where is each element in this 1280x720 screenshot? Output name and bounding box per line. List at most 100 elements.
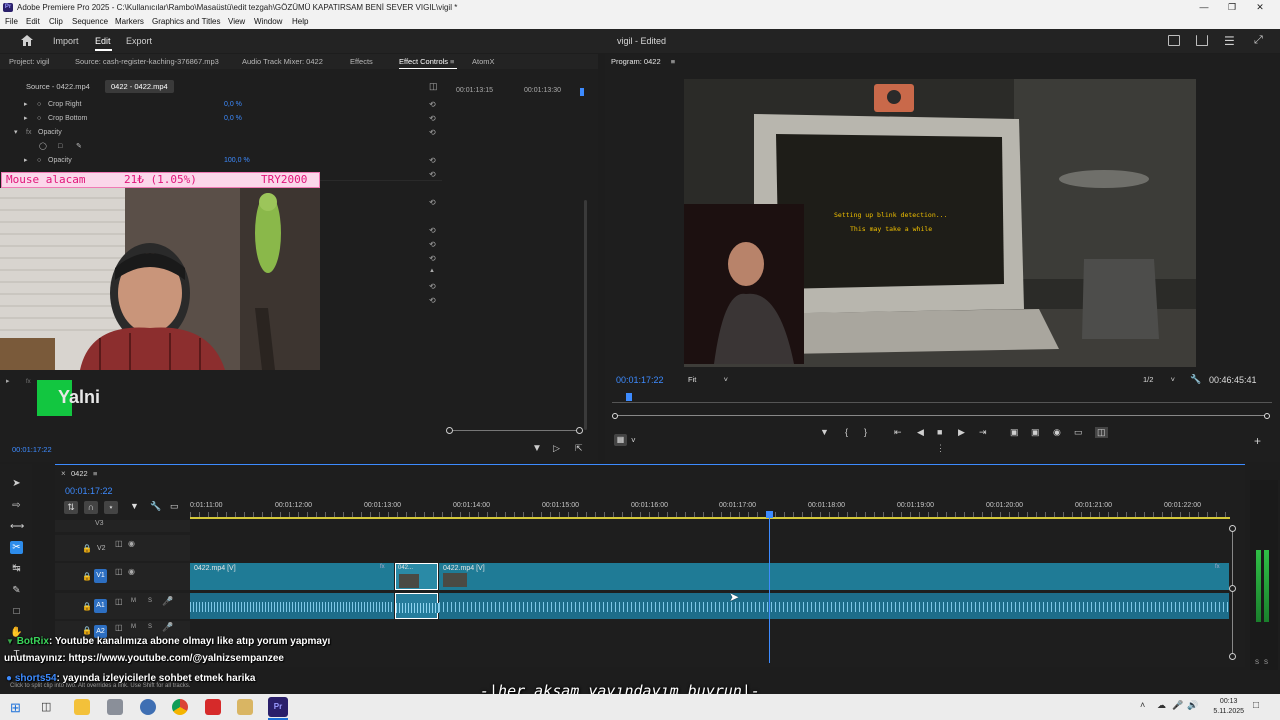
eye-icon[interactable]: ◉	[128, 539, 135, 548]
eye-icon[interactable]: ◉	[128, 567, 135, 576]
audio-clip-3[interactable]	[439, 593, 1229, 619]
razor-tool-icon[interactable]: ✂	[10, 541, 23, 554]
video-clip-3[interactable]: 0422.mp4 [V] fx	[439, 563, 1229, 590]
menu-help[interactable]: Help	[292, 15, 308, 29]
add-marker-icon[interactable]: ▼	[130, 501, 139, 511]
twirl-icon[interactable]: ▸	[24, 112, 28, 126]
program-scrubber[interactable]	[612, 393, 1272, 403]
tab-menu-icon[interactable]: ≡	[450, 54, 454, 69]
reset-icon[interactable]: ⟲	[429, 112, 436, 126]
mute-button[interactable]: M	[131, 598, 136, 604]
lock-icon[interactable]: 🔒	[82, 602, 92, 611]
snap-icon[interactable]: ∩	[84, 501, 98, 514]
panel-layout-icon[interactable]: ◫	[429, 81, 438, 92]
subtab-source[interactable]: Source - 0422.mp4	[20, 80, 96, 93]
home-icon[interactable]	[20, 34, 34, 47]
stopwatch-icon[interactable]: ○	[37, 154, 41, 168]
reset-icon[interactable]: ⟲	[429, 126, 436, 140]
effect-controls-scrollbar[interactable]	[584, 200, 587, 430]
file-explorer-icon[interactable]	[74, 699, 90, 715]
wrench-icon[interactable]: 🔧	[1190, 374, 1201, 385]
tab-project[interactable]: Project: vigil	[9, 54, 49, 69]
step-back-icon[interactable]: ◀	[917, 427, 924, 438]
tab-source[interactable]: Source: cash-register-kaching-376867.mp3	[75, 54, 219, 69]
premiere-taskbar-icon[interactable]: Pr	[268, 697, 288, 717]
volume-icon[interactable]: 🔊	[1187, 700, 1198, 711]
filter-icon[interactable]: ▼	[532, 443, 542, 454]
nest-icon[interactable]: ⇅	[64, 501, 78, 514]
menu-edit[interactable]: Edit	[26, 15, 40, 29]
export-icon[interactable]: ⇱	[575, 443, 583, 454]
tab-effects[interactable]: Effects	[350, 54, 373, 69]
program-timecode[interactable]: 00:01:17:22	[616, 375, 664, 385]
tab-audio-mixer[interactable]: Audio Track Mixer: 0422	[242, 54, 323, 69]
add-marker-icon[interactable]: ▼	[820, 427, 829, 437]
comparison-view-icon[interactable]: ▭	[1074, 427, 1083, 438]
close-sequence-icon[interactable]: ×	[61, 469, 66, 478]
sequence-menu-icon[interactable]: ≡	[93, 469, 97, 478]
meter-solo-label[interactable]: S	[1255, 660, 1259, 666]
app-icon[interactable]	[107, 699, 123, 715]
nav-export[interactable]: Export	[126, 36, 152, 46]
notification-icon[interactable]: □	[1253, 700, 1259, 711]
audio-clip-2[interactable]	[395, 593, 439, 619]
tray-chevron-icon[interactable]: ˄	[1140, 700, 1145, 710]
windows-start-icon[interactable]: ⊞	[10, 700, 21, 716]
reset-icon[interactable]: ⟲	[429, 170, 441, 179]
tab-effect-controls[interactable]: Effect Controls	[399, 54, 448, 69]
maximize-icon[interactable]: ❐	[1218, 0, 1246, 15]
program-menu-icon[interactable]: ≡	[671, 57, 675, 66]
menu-graphics[interactable]: Graphics and Titles	[152, 15, 220, 29]
workspace-icon[interactable]	[1168, 35, 1180, 46]
sync-lock-icon[interactable]: ◫	[115, 567, 123, 576]
pdf-app-icon[interactable]	[205, 699, 221, 715]
slip-tool-icon[interactable]: ↹	[10, 562, 23, 575]
extract-icon[interactable]: ▣	[1031, 427, 1040, 438]
track-v3[interactable]: V3	[55, 520, 190, 532]
chrome-icon[interactable]	[172, 699, 188, 715]
prop-value[interactable]: 100,0 %	[224, 154, 250, 168]
timeline-vertical-scroll[interactable]	[1229, 525, 1236, 660]
menu-clip[interactable]: Clip	[49, 15, 63, 29]
step-forward-icon[interactable]: ▶	[958, 427, 965, 438]
stop-icon[interactable]: ■	[937, 427, 942, 437]
track-v1[interactable]: 🔒 V1 ◫ ◉	[55, 563, 190, 590]
fx-icon[interactable]: fx	[26, 126, 31, 140]
lift-icon[interactable]: ▣	[1010, 427, 1019, 438]
go-to-out-icon[interactable]: ⇥	[979, 427, 987, 438]
pen-mask-icon[interactable]: ✎	[76, 140, 82, 154]
work-area-bar[interactable]	[190, 517, 1230, 519]
menu-markers[interactable]: Markers	[115, 15, 144, 29]
twirl-icon[interactable]: ▸	[24, 154, 28, 168]
stopwatch-icon[interactable]: ○	[37, 112, 41, 126]
rect-mask-icon[interactable]: □	[58, 140, 62, 154]
multicam-icon[interactable]: ◫	[1095, 427, 1108, 438]
share-icon[interactable]	[1196, 35, 1208, 46]
sequence-tab[interactable]: 0422	[71, 469, 88, 478]
twirl-icon[interactable]: ▸	[24, 98, 28, 112]
program-zoom-bar[interactable]	[612, 413, 1270, 419]
effect-controls-timecode[interactable]: 00:01:17:22	[12, 445, 52, 454]
sync-lock-icon[interactable]: ◫	[115, 623, 123, 632]
lock-icon[interactable]: 🔒	[82, 626, 92, 635]
menu-lines-icon[interactable]: ☰	[1224, 34, 1235, 48]
ripple-edit-tool-icon[interactable]: ⟷	[10, 520, 24, 533]
tab-atomx[interactable]: AtomX	[472, 54, 495, 69]
mic-icon[interactable]: 🎤	[162, 596, 173, 607]
lock-icon[interactable]: 🔒	[82, 544, 92, 553]
rectangle-tool-icon[interactable]: □	[10, 605, 23, 618]
go-to-in-icon[interactable]: ⇤	[894, 427, 902, 438]
subtab-sequence[interactable]: 0422 - 0422.mp4	[105, 80, 174, 93]
video-clip-2[interactable]: 042...	[395, 563, 438, 590]
sync-lock-icon[interactable]: ◫	[115, 539, 123, 548]
fullscreen-icon[interactable]: ⤢	[1254, 34, 1263, 47]
sync-lock-icon[interactable]: ◫	[115, 597, 123, 606]
fit-dropdown[interactable]: Fit ˅	[688, 374, 730, 386]
program-video[interactable]: Setting up blink detection... This may t…	[684, 79, 1196, 367]
menu-file[interactable]: File	[5, 15, 18, 29]
export-frame-icon[interactable]: ◉	[1053, 427, 1061, 438]
twirl-open-icon[interactable]: ▾	[14, 126, 18, 140]
pen-tool-icon[interactable]: ✎	[10, 584, 23, 597]
mic-tray-icon[interactable]: 🎤	[1172, 700, 1183, 711]
video-clip-1[interactable]: 0422.mp4 [V] fx	[190, 563, 394, 590]
